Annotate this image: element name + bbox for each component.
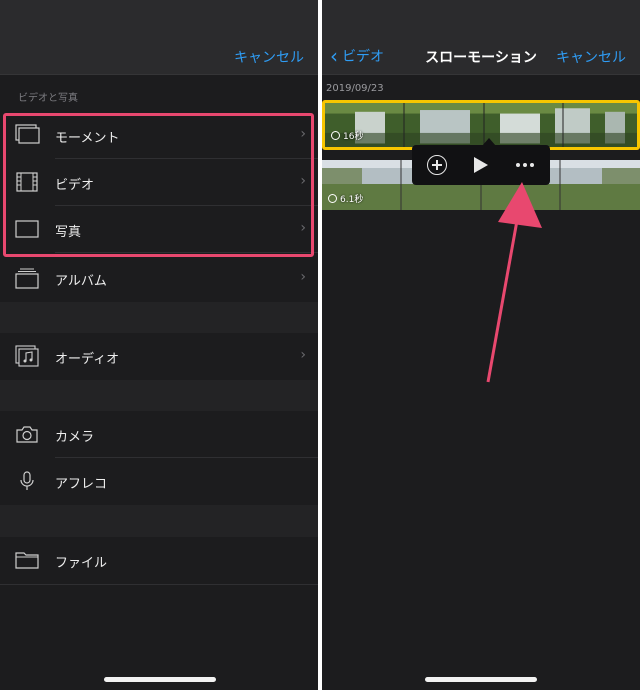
cancel-button[interactable]: キャンセル [234, 47, 304, 67]
clock-icon [331, 131, 340, 140]
media-browser-panel: キャンセル ビデオと写真 モーメント › ビデオ › 写真 › アルバム › オ… [0, 0, 318, 690]
play-button[interactable] [468, 153, 494, 177]
add-clip-button[interactable] [424, 153, 450, 177]
row-audio[interactable]: オーディオ › [0, 333, 318, 380]
navigation-bar: キャンセル [0, 0, 318, 75]
home-indicator [425, 677, 537, 682]
plus-circle-icon [427, 155, 447, 175]
row-label: オーディオ [55, 352, 120, 367]
row-label: カメラ [55, 430, 95, 445]
clip-duration: 16秒 [331, 129, 363, 142]
ellipsis-icon [516, 163, 534, 167]
cancel-button[interactable]: キャンセル [556, 47, 626, 67]
section-gap [0, 505, 318, 537]
microphone-icon [20, 471, 34, 490]
section-header: ビデオと写真 [18, 93, 78, 104]
chevron-right-icon: › [300, 347, 306, 363]
duration-text: 6.1秒 [340, 195, 364, 205]
clip-duration: 6.1秒 [328, 192, 363, 205]
section-gap [0, 302, 318, 333]
clip-browser-panel: ‹ ビデオ スローモーション キャンセル 2019/09/23 16秒 6.1秒 [322, 0, 640, 690]
home-indicator [104, 677, 216, 682]
row-label: アフレコ [55, 477, 108, 492]
row-label: ファイル [55, 556, 108, 571]
row-files[interactable]: ファイル [0, 537, 318, 584]
navigation-bar: ‹ ビデオ スローモーション キャンセル [322, 0, 640, 75]
clock-icon [328, 194, 337, 203]
section-gap [0, 380, 318, 411]
clip-action-popup [412, 145, 550, 185]
date-label: 2019/09/23 [326, 83, 384, 94]
music-note-icon [15, 345, 39, 367]
divider [0, 584, 318, 585]
highlight-box [3, 113, 314, 257]
play-icon [474, 157, 488, 173]
more-options-button[interactable] [512, 153, 538, 177]
camera-icon [16, 426, 38, 443]
video-clip-selected[interactable]: 16秒 [322, 100, 640, 150]
album-icon [15, 268, 39, 289]
row-camera[interactable]: カメラ [0, 411, 318, 458]
chevron-right-icon: › [300, 269, 306, 285]
folder-icon [15, 552, 39, 569]
row-voiceover[interactable]: アフレコ [0, 458, 318, 505]
row-label: アルバム [55, 274, 107, 289]
duration-text: 16秒 [343, 132, 364, 142]
row-albums[interactable]: アルバム › [0, 255, 318, 302]
